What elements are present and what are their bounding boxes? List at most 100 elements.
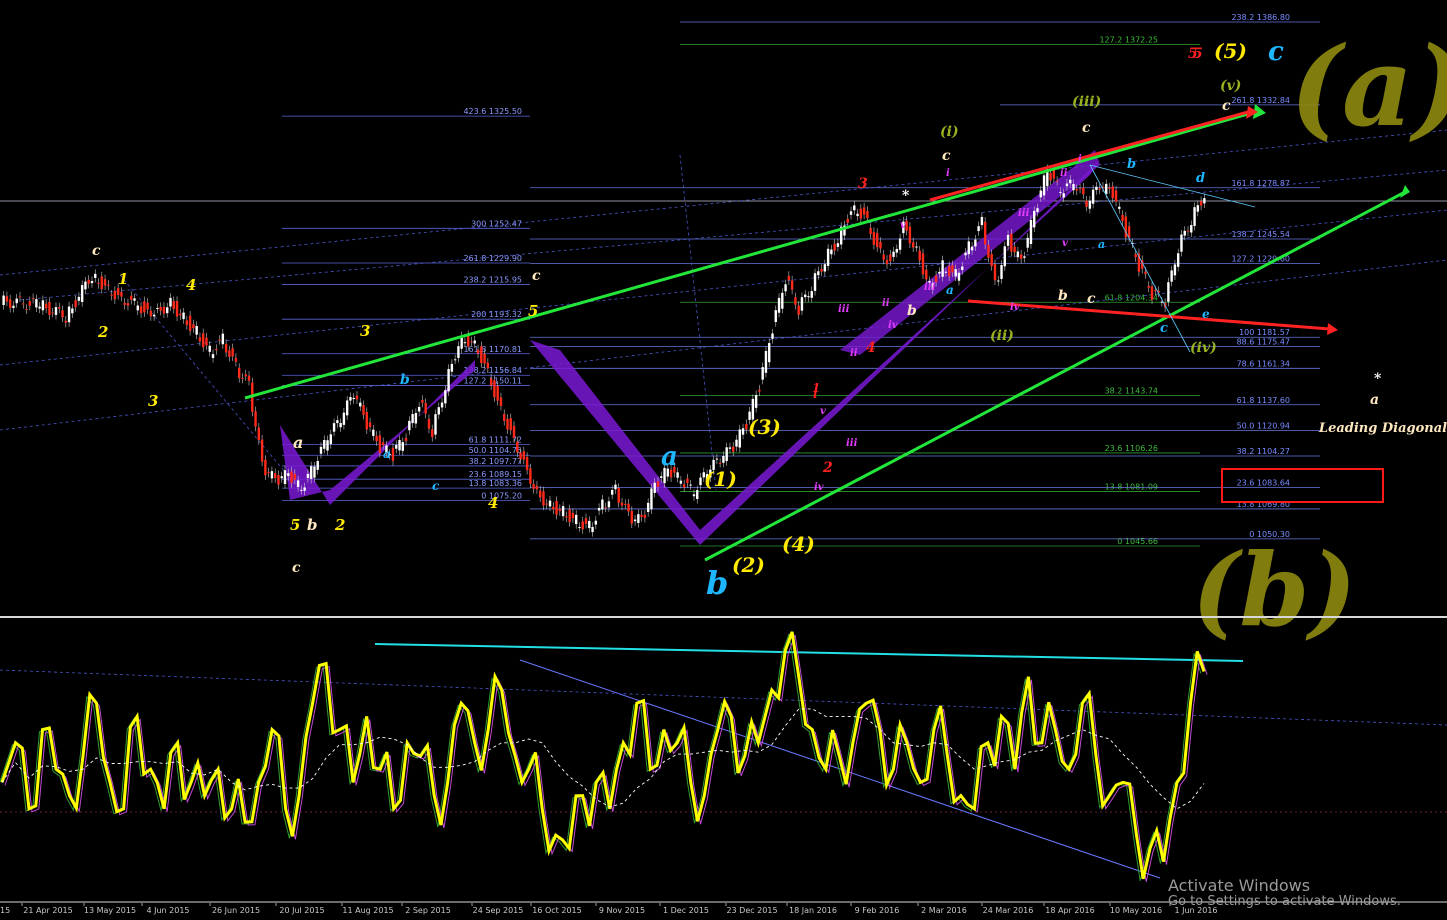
candle-body (486, 362, 490, 369)
x-tick-label: 24 Sep 2015 (473, 906, 524, 915)
candle-body (875, 232, 879, 248)
candle-body (997, 280, 1000, 282)
candle-body (588, 520, 591, 529)
osc-resistance-line (374, 643, 1244, 662)
candle-body (15, 298, 18, 304)
wave-label: c (942, 148, 951, 164)
candle-body (1190, 225, 1193, 233)
candle-body (614, 484, 617, 490)
wave-label: 4 (186, 276, 196, 294)
candle-body (270, 471, 274, 479)
candle-body (31, 298, 35, 300)
wave-label: * (1374, 371, 1382, 387)
candle-body (817, 271, 820, 276)
wave-label: (1) (704, 467, 737, 491)
candle-body (139, 306, 143, 314)
wave-line (1089, 164, 1191, 353)
wave-label: 5 (290, 516, 300, 534)
candle-body (192, 324, 195, 329)
fib-level-label: 127.2 1372.25 (1099, 35, 1158, 44)
candle-body (38, 306, 41, 309)
candle-body (133, 298, 136, 301)
candle-body (1062, 193, 1065, 198)
candle-body (470, 341, 473, 343)
candle-body (198, 337, 202, 342)
candle-body (316, 460, 319, 470)
candle-body (820, 268, 823, 272)
wave-label: (iii) (1072, 94, 1101, 110)
x-tick-label: 15 (0, 906, 10, 915)
candle-body (895, 248, 899, 253)
wave-label: 5 (528, 302, 538, 320)
candle-body (5, 296, 9, 302)
candle-body (1026, 237, 1029, 248)
leading-diagonal-label: Leading Diagonal (1318, 421, 1447, 436)
candle-body (646, 502, 650, 512)
candle-body (35, 299, 38, 308)
candle-body (568, 509, 571, 523)
candle-body (990, 253, 993, 267)
candle-body (866, 210, 869, 219)
left-fib-label: 238.2 1215.95 (463, 275, 522, 284)
wave-label: a (1098, 238, 1105, 251)
wave-label: b (400, 372, 410, 388)
wave-label: 5 (1188, 46, 1198, 62)
candle-body (188, 315, 192, 331)
fib-level-label: 61.8 1137.60 (1237, 396, 1290, 405)
candle-body (682, 484, 686, 488)
candle-body (977, 226, 980, 232)
candle-body (280, 476, 283, 479)
candle-body (859, 208, 863, 219)
left-fib-label: 161.8 1170.81 (463, 345, 522, 354)
wave-label: e (1202, 307, 1210, 321)
candle-body (28, 301, 32, 306)
wave-label: 1 (812, 381, 820, 395)
candle-body (378, 435, 382, 454)
candle-body (957, 272, 961, 281)
candle-body (221, 333, 225, 345)
candle-body (777, 297, 781, 313)
candle-body (862, 207, 866, 215)
left-fib-label: 127.2 1150.11 (463, 377, 522, 386)
candle-body (323, 439, 326, 449)
x-tick-label: 2 Mar 2016 (921, 906, 967, 915)
wave-label: 1 (118, 270, 128, 288)
candle-body (228, 350, 231, 357)
candle-body (90, 280, 94, 284)
candle-body (558, 509, 562, 512)
red-trendline (967, 299, 1331, 331)
candle-body (179, 313, 182, 316)
candle-body (476, 349, 480, 354)
candle-body (738, 429, 741, 448)
candle-body (202, 333, 205, 348)
candle-body (1108, 187, 1111, 189)
candle-body (784, 284, 787, 292)
candle-body (885, 259, 889, 265)
wave-label: b (907, 303, 917, 319)
candle-body (467, 335, 470, 347)
candle-body (509, 418, 512, 431)
candle-body (463, 342, 467, 344)
candle-body (241, 377, 244, 379)
candle-body (296, 480, 300, 488)
wave-label: c (432, 479, 440, 493)
candle-body (417, 406, 421, 412)
candle-body (1069, 179, 1072, 184)
candle-body (1160, 301, 1164, 303)
wave-label: 3 (858, 176, 868, 192)
candle-body (921, 253, 925, 275)
candle-body (833, 243, 836, 251)
x-tick-label: 18 Apr 2016 (1045, 906, 1094, 915)
candle-body (1042, 175, 1046, 196)
wave-label: (4) (782, 532, 815, 556)
wave-label: (i) (940, 124, 959, 140)
candle-body (1023, 256, 1026, 258)
candle-body (807, 296, 810, 298)
candle-body (94, 273, 97, 278)
candle-body (303, 487, 306, 491)
wave-label: iii (1018, 208, 1030, 219)
candle-body (355, 395, 359, 400)
candle-body (372, 429, 375, 436)
candle-body (624, 503, 627, 505)
wave-label: 3 (148, 392, 158, 410)
